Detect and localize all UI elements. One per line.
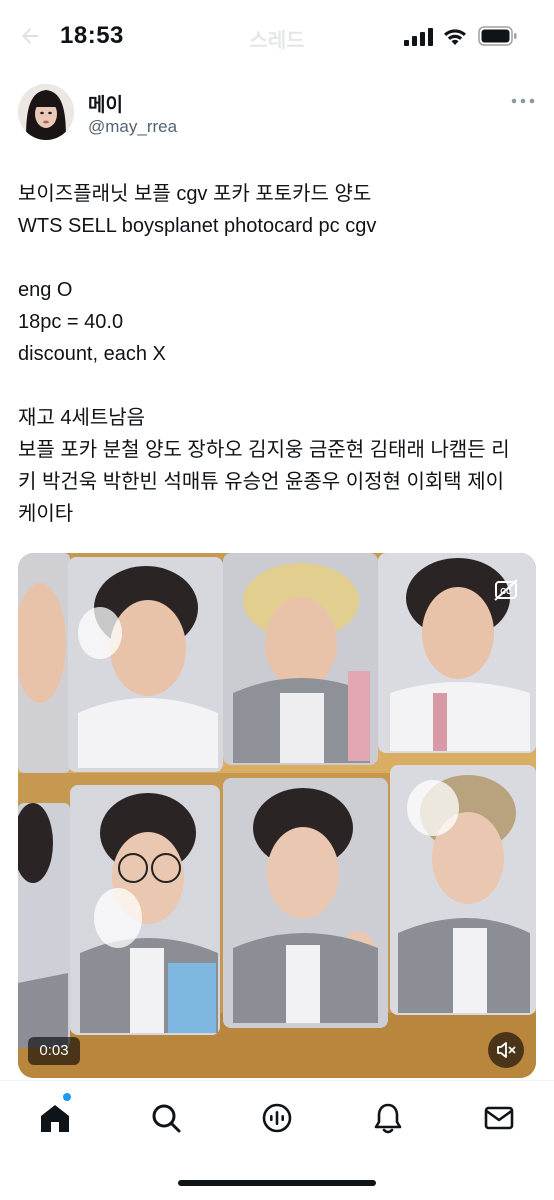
- tweet-line: 키 박건욱 박한빈 석매튜 유승언 윤종우 이정현 이회택 제이: [18, 471, 505, 493]
- cellular-signal-icon: [404, 28, 433, 46]
- tweet-line: 보이즈플래닛 보플 cgv 포카 포토카드 양도: [18, 183, 372, 205]
- tweet-paragraph: 보이즈플래닛 보플 cgv 포카 포토카드 양도 WTS SELL boyspl…: [18, 178, 538, 242]
- display-name[interactable]: 메이: [88, 90, 123, 117]
- video-player[interactable]: [18, 553, 536, 1078]
- tweet-line: 케이타: [18, 503, 74, 525]
- avatar-image: [18, 84, 74, 140]
- tweet-paragraph: 재고 4세트남음 보플 포카 분철 양도 장하오 김지웅 금준현 김태래 나캠든…: [18, 402, 538, 530]
- notification-dot: [63, 1093, 71, 1101]
- status-bar: 스레드 18:53: [0, 0, 554, 74]
- bell-icon[interactable]: [371, 1101, 405, 1135]
- video-timestamp: 0:03: [28, 1037, 80, 1065]
- mute-toggle-button[interactable]: [488, 1032, 524, 1068]
- home-indicator[interactable]: [178, 1180, 376, 1186]
- tweet-line: 보플 포카 분철 양도 장하오 김지웅 금준현 김태래 나캠든 리: [18, 439, 510, 461]
- captions-off-icon[interactable]: CC: [488, 572, 524, 608]
- user-handle[interactable]: @may_rrea: [88, 117, 177, 137]
- home-icon[interactable]: [38, 1101, 72, 1135]
- tweet-line: WTS SELL boysplanet photocard pc cgv: [18, 215, 377, 237]
- search-icon[interactable]: [149, 1101, 183, 1135]
- tweet-line: eng O: [18, 279, 73, 301]
- wifi-icon: [444, 29, 466, 45]
- battery-icon: [478, 26, 517, 46]
- avatar[interactable]: [18, 84, 74, 140]
- tweet-paragraph: eng O 18pc = 40.0 discount, each X: [18, 274, 538, 370]
- status-time: 18:53: [60, 22, 124, 49]
- speaker-muted-icon: [497, 1042, 516, 1058]
- video-frame-photocards: [18, 553, 536, 1078]
- more-options-icon[interactable]: [510, 96, 536, 106]
- mail-icon[interactable]: [482, 1101, 516, 1135]
- tweet-text: 보이즈플래닛 보플 cgv 포카 포토카드 양도 WTS SELL boyspl…: [18, 178, 538, 562]
- tweet-line: 18pc = 40.0: [18, 311, 124, 333]
- tweet-line: 재고 4세트남음: [18, 407, 146, 429]
- tweet-line: discount, each X: [18, 343, 166, 365]
- spaces-icon[interactable]: [260, 1101, 294, 1135]
